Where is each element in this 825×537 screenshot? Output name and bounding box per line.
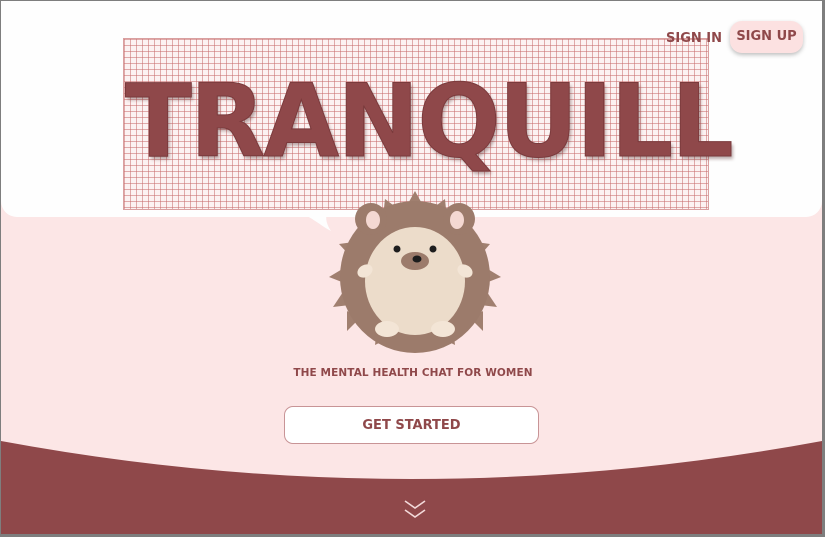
sign-up-button[interactable]: SIGN UP (730, 21, 803, 53)
double-chevron-down-icon[interactable] (403, 499, 427, 521)
logo-wordmark: TRANQUILL (125, 62, 735, 180)
landing-page: TRANQUILL SIGN IN SIGN UP THE MENTAL HEA… (1, 1, 822, 534)
hedgehog-icon (329, 191, 501, 353)
tagline: THE MENTAL HEALTH CHAT FOR WOMEN (293, 367, 533, 379)
sign-in-link[interactable]: SIGN IN (661, 28, 727, 50)
